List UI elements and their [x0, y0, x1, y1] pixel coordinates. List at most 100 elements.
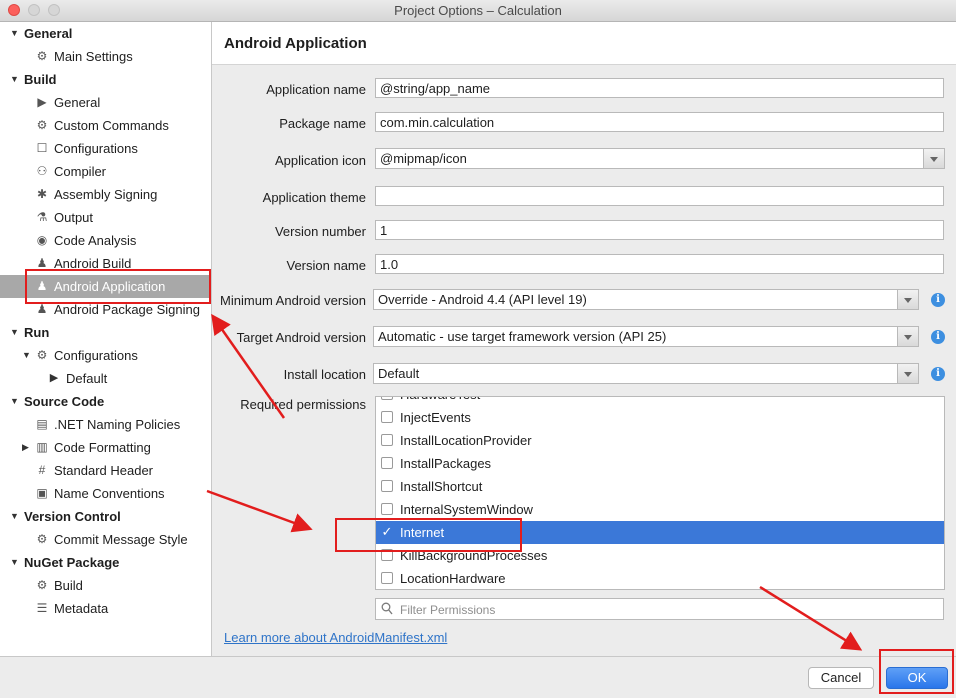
content-header: Android Application [212, 22, 956, 65]
minimum-android-version-value: Override - Android 4.4 (API level 19) [378, 292, 587, 307]
options-content: Android Application Application name Pac… [212, 22, 956, 656]
permission-checkbox[interactable] [381, 480, 393, 492]
disclosure-triangle-icon[interactable]: ▼ [10, 390, 19, 413]
chevron-down-icon[interactable] [897, 290, 918, 309]
permission-row[interactable]: InjectEvents [376, 406, 944, 429]
minimum-android-version-combo[interactable]: Override - Android 4.4 (API level 19) [373, 289, 919, 310]
permission-row[interactable]: InstallLocationProvider [376, 429, 944, 452]
sidebar-item-label: Custom Commands [54, 118, 169, 133]
ok-button[interactable]: OK [886, 667, 948, 689]
sidebar-item[interactable]: ♟ Android Application [0, 275, 211, 298]
disclosure-triangle-icon[interactable]: ▼ [10, 551, 19, 574]
permission-row[interactable]: InternalSystemWindow [376, 498, 944, 521]
sidebar-item[interactable]: ⚙ Custom Commands [0, 114, 211, 137]
sidebar-group[interactable]: ▼ Version Control [0, 505, 211, 528]
sidebar-item[interactable]: ⚙ Commit Message Style [0, 528, 211, 551]
disclosure-triangle-icon[interactable]: ▶ [22, 436, 29, 459]
permission-checkbox[interactable] [381, 549, 393, 561]
permission-label: KillBackgroundProcesses [400, 548, 548, 563]
install-location-combo[interactable]: Default [373, 363, 919, 384]
sidebar-item-label: Android Build [54, 256, 132, 271]
sidebar-group[interactable]: ▼ General [0, 22, 211, 45]
sidebar-item-label: Standard Header [54, 463, 154, 478]
sidebar-item[interactable]: ⚙ Build [0, 574, 211, 597]
sidebar-item[interactable]: ⚙ Main Settings [0, 45, 211, 68]
sidebar-item[interactable]: ◉ Code Analysis [0, 229, 211, 252]
application-theme-input[interactable] [375, 186, 944, 206]
version-number-label: Version number [274, 224, 366, 239]
permission-row[interactable]: LocationHardware [376, 567, 944, 589]
chevron-down-icon[interactable] [897, 327, 918, 346]
disclosure-triangle-icon[interactable]: ▼ [10, 321, 19, 344]
application-name-input[interactable] [375, 78, 944, 98]
sidebar-item[interactable]: ▶ ▥ Code Formatting [0, 436, 211, 459]
sidebar-item[interactable]: ▶ General [0, 91, 211, 114]
chevron-down-icon[interactable] [923, 149, 944, 168]
info-icon[interactable]: i [931, 367, 945, 381]
page-title: Android Application [224, 35, 367, 52]
window-titlebar: Project Options – Calculation [0, 0, 956, 22]
sidebar-group[interactable]: ▼ NuGet Package [0, 551, 211, 574]
sidebar-item[interactable]: ♟ Android Build [0, 252, 211, 275]
sidebar-item[interactable]: ▶ Default [0, 367, 211, 390]
gear-icon: ⚙ [36, 348, 48, 362]
checkmark-icon[interactable]: ✓ [381, 525, 393, 538]
sidebar-item-label: Metadata [54, 601, 109, 616]
sidebar-item[interactable]: ▼ ⚙ Configurations [0, 344, 211, 367]
sidebar-item[interactable]: ☰ Metadata [0, 597, 211, 620]
sidebar-item-label: Code Analysis [54, 233, 137, 248]
sidebar-item-label: Configurations [54, 348, 138, 363]
application-theme-label: Application theme [262, 190, 366, 205]
sidebar-item[interactable]: ▣ Name Conventions [0, 482, 211, 505]
sidebar-item[interactable]: ♟ Android Package Signing [0, 298, 211, 321]
sidebar-item[interactable]: ⚗ Output [0, 206, 211, 229]
permission-checkbox[interactable] [381, 503, 393, 515]
filter-permissions-input[interactable] [398, 600, 942, 620]
sidebar-item[interactable]: ☐ Configurations [0, 137, 211, 160]
permission-checkbox[interactable] [381, 457, 393, 469]
package-name-input[interactable] [375, 112, 944, 132]
sidebar-group[interactable]: ▼ Run [0, 321, 211, 344]
learn-more-link[interactable]: Learn more about AndroidManifest.xml [224, 630, 447, 645]
cancel-button[interactable]: Cancel [808, 667, 874, 689]
permission-row[interactable]: HardwareTest [376, 397, 944, 406]
permission-row[interactable]: InstallShortcut [376, 475, 944, 498]
sidebar-item-label: .NET Naming Policies [54, 417, 181, 432]
target-android-version-combo[interactable]: Automatic - use target framework version… [373, 326, 919, 347]
sidebar-item-label: Configurations [54, 141, 138, 156]
sidebar-item[interactable]: ⚇ Compiler [0, 160, 211, 183]
version-name-input[interactable] [375, 254, 944, 274]
badge-icon: ✱ [36, 187, 48, 201]
sidebar-item[interactable]: ✱ Assembly Signing [0, 183, 211, 206]
chevron-down-icon[interactable] [897, 364, 918, 383]
formatting-icon: ▥ [36, 440, 48, 454]
permission-label: InstallPackages [400, 456, 492, 471]
sidebar-group-label: Run [24, 325, 50, 340]
permission-checkbox[interactable] [381, 572, 393, 584]
required-permissions-label: Required permissions [240, 397, 366, 412]
version-number-input[interactable] [375, 220, 944, 240]
info-icon[interactable]: i [931, 330, 945, 344]
permission-row[interactable]: InstallPackages [376, 452, 944, 475]
permission-checkbox[interactable] [381, 434, 393, 446]
application-icon-label: Application icon [274, 153, 366, 168]
disclosure-triangle-icon[interactable]: ▼ [10, 505, 19, 528]
application-icon-combo[interactable]: @mipmap/icon [375, 148, 945, 169]
permission-checkbox[interactable] [381, 411, 393, 423]
permission-row[interactable]: KillBackgroundProcesses [376, 544, 944, 567]
permission-row[interactable]: ✓ Internet [376, 521, 944, 544]
sidebar-group[interactable]: ▼ Build [0, 68, 211, 91]
disclosure-triangle-icon[interactable]: ▼ [10, 68, 19, 91]
filter-permissions-field[interactable] [375, 598, 944, 620]
sidebar-group-label: NuGet Package [24, 555, 120, 570]
sidebar-item-label: Compiler [54, 164, 107, 179]
sidebar-item[interactable]: # Standard Header [0, 459, 211, 482]
permissions-list[interactable]: HardwareTest InjectEvents InstallLocationP… [375, 396, 945, 590]
disclosure-triangle-icon[interactable]: ▼ [10, 22, 19, 45]
permission-label: InstallShortcut [400, 479, 483, 494]
permission-checkbox[interactable] [381, 397, 393, 400]
disclosure-triangle-icon[interactable]: ▼ [22, 344, 31, 367]
sidebar-group[interactable]: ▼ Source Code [0, 390, 211, 413]
info-icon[interactable]: i [931, 293, 945, 307]
sidebar-item[interactable]: ▤ .NET Naming Policies [0, 413, 211, 436]
